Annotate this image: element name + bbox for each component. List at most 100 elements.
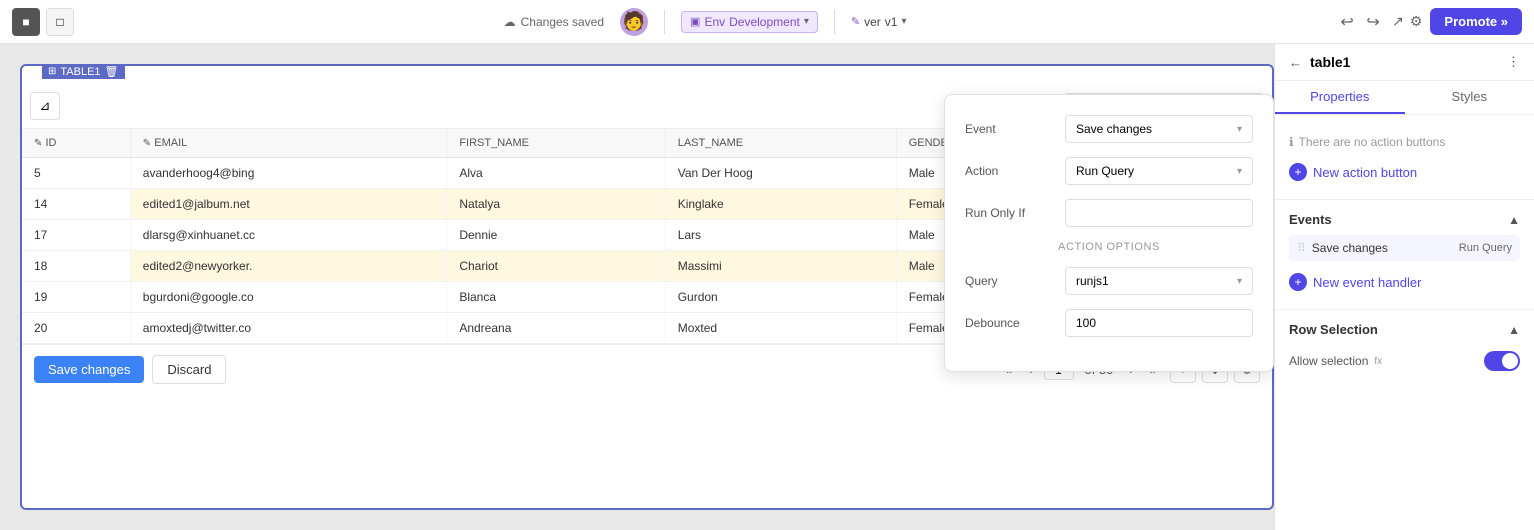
share-icon[interactable]: ↗: [1392, 13, 1404, 30]
drag-handle-icon: ⠿: [1297, 241, 1306, 255]
cell-email: avanderhoog4@bing: [130, 158, 447, 189]
topbar-left: ■ □: [12, 8, 74, 36]
env-dropdown-arrow[interactable]: ▾: [804, 16, 809, 27]
event-field-label: Event: [965, 122, 1055, 136]
col-header-lastname: LAST_NAME: [665, 129, 896, 158]
query-value: runjs1: [1076, 274, 1109, 288]
ver-value: v1: [885, 15, 898, 29]
undo-redo-group: ↩ ↪: [1336, 12, 1384, 32]
cell-firstname: Alva: [447, 158, 665, 189]
info-icon: ℹ: [1289, 135, 1294, 149]
cell-email: dlarsg@xinhuanet.cc: [130, 220, 447, 251]
action-options-header: ACTION OPTIONS: [965, 241, 1253, 253]
filter-button[interactable]: ⊿: [30, 92, 60, 120]
back-arrow-icon[interactable]: ←: [1289, 55, 1302, 70]
env-icon: ▣: [690, 15, 700, 28]
right-panel: ← table1 ⋮ Properties Styles ℹ There are…: [1274, 44, 1534, 530]
query-field-label: Query: [965, 274, 1055, 288]
col-header-id: ✎ ID: [22, 129, 130, 158]
discard-button[interactable]: Discard: [152, 355, 226, 384]
save-changes-event-item[interactable]: ⠿ Save changes Run Query: [1289, 235, 1520, 261]
cell-lastname: Gurdon: [665, 282, 896, 313]
event-popup: Event Save changes ▾ Action Run Query ▾ …: [944, 94, 1274, 372]
ver-dropdown-arrow[interactable]: ▾: [901, 16, 906, 27]
event-select-arrow: ▾: [1237, 124, 1242, 135]
topbar: ■ □ Changes saved 🧑 ▣ Env Development ▾ …: [0, 0, 1534, 44]
action-field-label: Action: [965, 164, 1055, 178]
plus-icon: +: [1289, 163, 1307, 181]
cell-firstname: Chariot: [447, 251, 665, 282]
redo-btn[interactable]: ↪: [1362, 12, 1384, 32]
main-content: ⊞ TABLE1 🗑 ⊿ 🔍: [0, 44, 1534, 530]
ver-badge: ✎ ver v1 ▾: [851, 15, 907, 29]
table-label-text: TABLE1: [60, 66, 100, 78]
run-only-if-row: Run Only If: [965, 199, 1253, 227]
fx-icon: fx: [1374, 356, 1382, 367]
delete-table-icon[interactable]: 🗑: [105, 65, 119, 78]
action-row: Action Run Query ▾: [965, 157, 1253, 185]
debounce-field-label: Debounce: [965, 316, 1055, 330]
cell-id: 19: [22, 282, 130, 313]
event-select[interactable]: Save changes ▾: [1065, 115, 1253, 143]
tab-properties[interactable]: Properties: [1275, 81, 1405, 114]
save-changes-button[interactable]: Save changes: [34, 356, 144, 383]
cell-firstname: Andreana: [447, 313, 665, 344]
env-value: Development: [729, 15, 800, 29]
cell-email: edited2@newyorker.: [130, 251, 447, 282]
topbar-right: ↩ ↪ ↗ ⚙ Promote »: [1336, 8, 1522, 35]
cell-firstname: Natalya: [447, 189, 665, 220]
cell-lastname: Massimi: [665, 251, 896, 282]
avatar[interactable]: 🧑: [620, 8, 648, 36]
allow-selection-toggle[interactable]: [1484, 351, 1520, 371]
allow-selection-label: Allow selection: [1289, 354, 1368, 368]
settings-icon[interactable]: ⚙: [1410, 13, 1423, 30]
col-header-firstname: FIRST_NAME: [447, 129, 665, 158]
debounce-row: Debounce: [965, 309, 1253, 337]
col-header-email: ✎ EMAIL: [130, 129, 447, 158]
panel-more-icon[interactable]: ⋮: [1507, 54, 1520, 70]
events-collapse-icon[interactable]: ▲: [1508, 213, 1520, 227]
row-selection-section: Row Selection ▲ Allow selection fx: [1275, 309, 1534, 389]
events-section-title: Events: [1289, 212, 1508, 227]
action-value: Run Query: [1076, 164, 1134, 178]
cell-id: 5: [22, 158, 130, 189]
run-only-if-input[interactable]: [1065, 199, 1253, 227]
promote-button[interactable]: Promote »: [1430, 8, 1522, 35]
separator-2: [834, 10, 835, 34]
tab-styles[interactable]: Styles: [1405, 81, 1534, 114]
env-badge[interactable]: ▣ Env Development ▾: [681, 11, 818, 33]
light-mode-btn[interactable]: □: [46, 8, 74, 36]
cell-id: 17: [22, 220, 130, 251]
panel-title: table1: [1310, 54, 1499, 70]
events-section-header: Events ▲: [1289, 212, 1520, 227]
cell-lastname: Moxted: [665, 313, 896, 344]
cell-lastname: Kinglake: [665, 189, 896, 220]
filter-icon: ⊿: [40, 98, 51, 114]
cell-firstname: Blanca: [447, 282, 665, 313]
debounce-input[interactable]: [1065, 309, 1253, 337]
query-select-arrow: ▾: [1237, 276, 1242, 287]
event-item-label: Save changes: [1312, 241, 1453, 255]
separator-1: [664, 10, 665, 34]
panel-header: ← table1 ⋮: [1275, 44, 1534, 81]
env-label: Env: [704, 15, 725, 29]
undo-btn[interactable]: ↩: [1336, 12, 1358, 32]
dark-mode-btn[interactable]: ■: [12, 8, 40, 36]
panel-tabs: Properties Styles: [1275, 81, 1534, 115]
query-select[interactable]: runjs1 ▾: [1065, 267, 1253, 295]
cell-email: amoxtedj@twitter.co: [130, 313, 447, 344]
new-event-handler-button[interactable]: + New event handler: [1289, 267, 1520, 297]
action-select-arrow: ▾: [1237, 166, 1242, 177]
share-icons: ↗ ⚙: [1392, 13, 1422, 30]
action-select[interactable]: Run Query ▾: [1065, 157, 1253, 185]
ver-label: ver: [864, 15, 881, 29]
event-value: Save changes: [1076, 122, 1152, 136]
row-selection-title: Row Selection: [1289, 322, 1508, 337]
cell-firstname: Dennie: [447, 220, 665, 251]
query-row: Query runjs1 ▾: [965, 267, 1253, 295]
allow-selection-row: Allow selection fx: [1289, 345, 1520, 377]
row-selection-collapse-icon[interactable]: ▲: [1508, 323, 1520, 337]
new-action-button[interactable]: + New action button: [1289, 157, 1520, 187]
cell-id: 18: [22, 251, 130, 282]
run-only-if-label: Run Only If: [965, 206, 1055, 220]
